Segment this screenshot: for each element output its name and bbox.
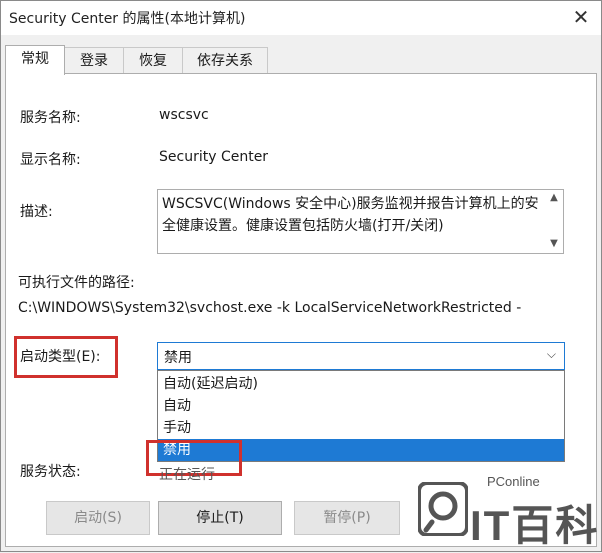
startup-option-manual[interactable]: 手动 <box>158 417 564 439</box>
startup-type-dropdown: 自动(延迟启动) 自动 手动 禁用 <box>157 370 565 462</box>
service-name-value: wscsvc <box>159 107 209 123</box>
description-box[interactable]: WSCSVC(Windows 安全中心)服务监视并报告计算机上的安全健康设置。健… <box>157 189 564 254</box>
window-title: Security Center 的属性(本地计算机) <box>9 11 246 27</box>
startup-option-auto[interactable]: 自动 <box>158 395 564 417</box>
stop-button[interactable]: 停止(T) <box>158 501 282 535</box>
title-bar: Security Center 的属性(本地计算机) ✕ <box>1 1 601 35</box>
description-text: WSCSVC(Windows 安全中心)服务监视并报告计算机上的安全健康设置。健… <box>162 196 539 234</box>
service-status-value: 正在运行 <box>159 467 215 483</box>
close-icon[interactable]: ✕ <box>569 5 593 29</box>
start-button[interactable]: 启动(S) <box>46 501 150 535</box>
tab-dependencies[interactable]: 依存关系 <box>182 47 268 74</box>
exe-path-label: 可执行文件的路径: <box>18 275 135 291</box>
search-icon <box>418 482 468 536</box>
display-name-value: Security Center <box>159 149 269 165</box>
startup-option-auto-delayed[interactable]: 自动(延迟启动) <box>158 373 564 395</box>
startup-option-disabled[interactable]: 禁用 <box>158 439 564 461</box>
scroll-down-icon[interactable]: ▼ <box>547 238 561 249</box>
itbaike-label: IT百科 <box>470 502 600 549</box>
pconline-label: PConline <box>487 474 540 489</box>
scroll-up-icon[interactable]: ▲ <box>547 192 561 203</box>
service-name-label: 服务名称: <box>20 110 81 126</box>
chevron-down-icon[interactable]: ⌵ <box>547 347 556 362</box>
description-label: 描述: <box>20 204 53 220</box>
tab-recovery[interactable]: 恢复 <box>123 47 183 74</box>
service-status-label: 服务状态: <box>20 464 81 480</box>
pause-button[interactable]: 暂停(P) <box>294 501 400 535</box>
pconline-watermark: PConline IT百科 <box>410 470 602 552</box>
display-name-label: 显示名称: <box>20 152 81 168</box>
tab-logon[interactable]: 登录 <box>64 47 124 74</box>
startup-type-value: 禁用 <box>164 350 192 366</box>
startup-type-label: 启动类型(E): <box>20 349 101 365</box>
exe-path-value: C:\WINDOWS\System32\svchost.exe -k Local… <box>18 300 522 316</box>
startup-type-select[interactable]: 禁用 ⌵ <box>157 342 565 370</box>
tab-general[interactable]: 常规 <box>5 45 65 75</box>
